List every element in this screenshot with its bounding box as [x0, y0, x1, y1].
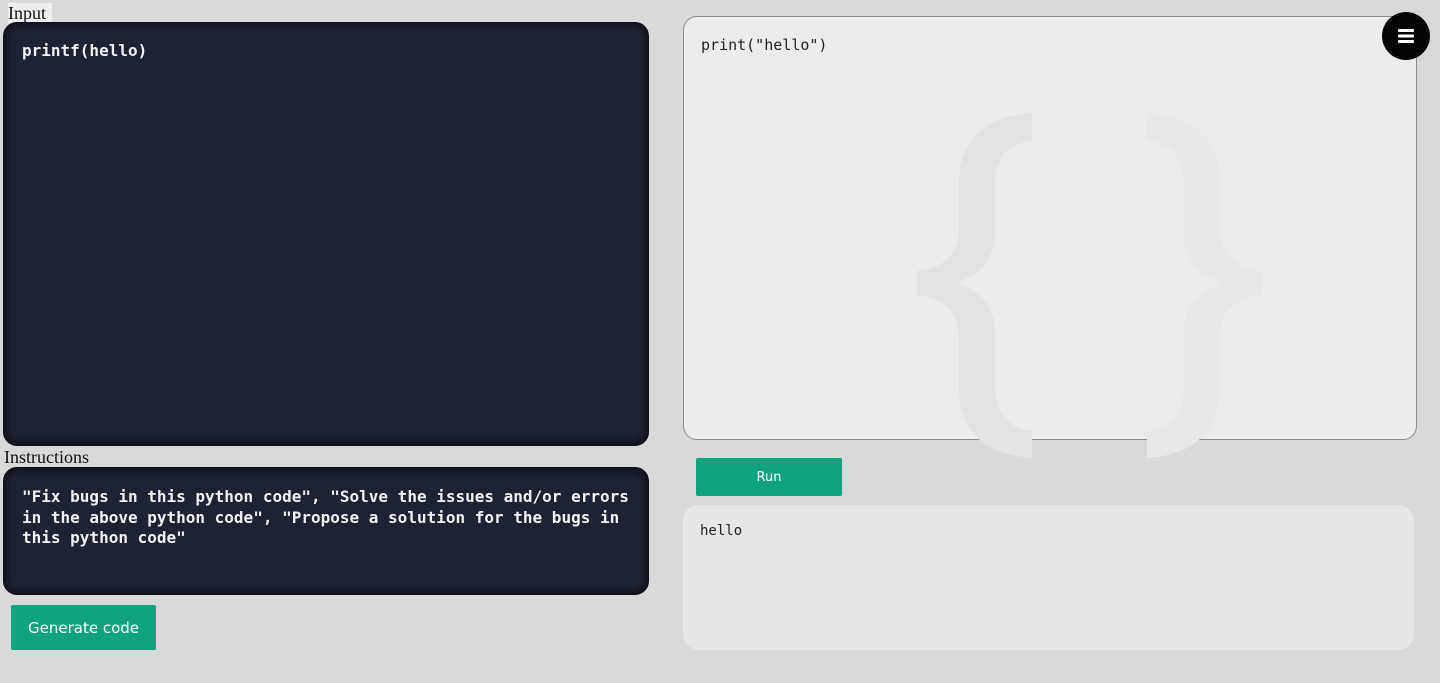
curly-braces-icon	[917, 113, 1262, 458]
hamburger-menu-icon	[1398, 29, 1414, 43]
instructions-label: Instructions	[4, 447, 89, 467]
console-output-text: hello	[700, 523, 743, 539]
input-label: Input	[8, 3, 52, 23]
menu-button[interactable]	[1382, 12, 1430, 60]
generate-code-button[interactable]: Generate code	[11, 605, 156, 650]
output-code-panel[interactable]: print("hello")	[683, 16, 1417, 458]
instructions-editor[interactable]: "Fix bugs in this python code", "Solve t…	[3, 467, 649, 595]
run-button[interactable]: Run	[696, 458, 842, 496]
output-code-text: print("hello")	[701, 36, 828, 54]
console-output-panel: hello	[683, 505, 1414, 650]
input-code-editor[interactable]: printf(hello)	[3, 22, 649, 446]
